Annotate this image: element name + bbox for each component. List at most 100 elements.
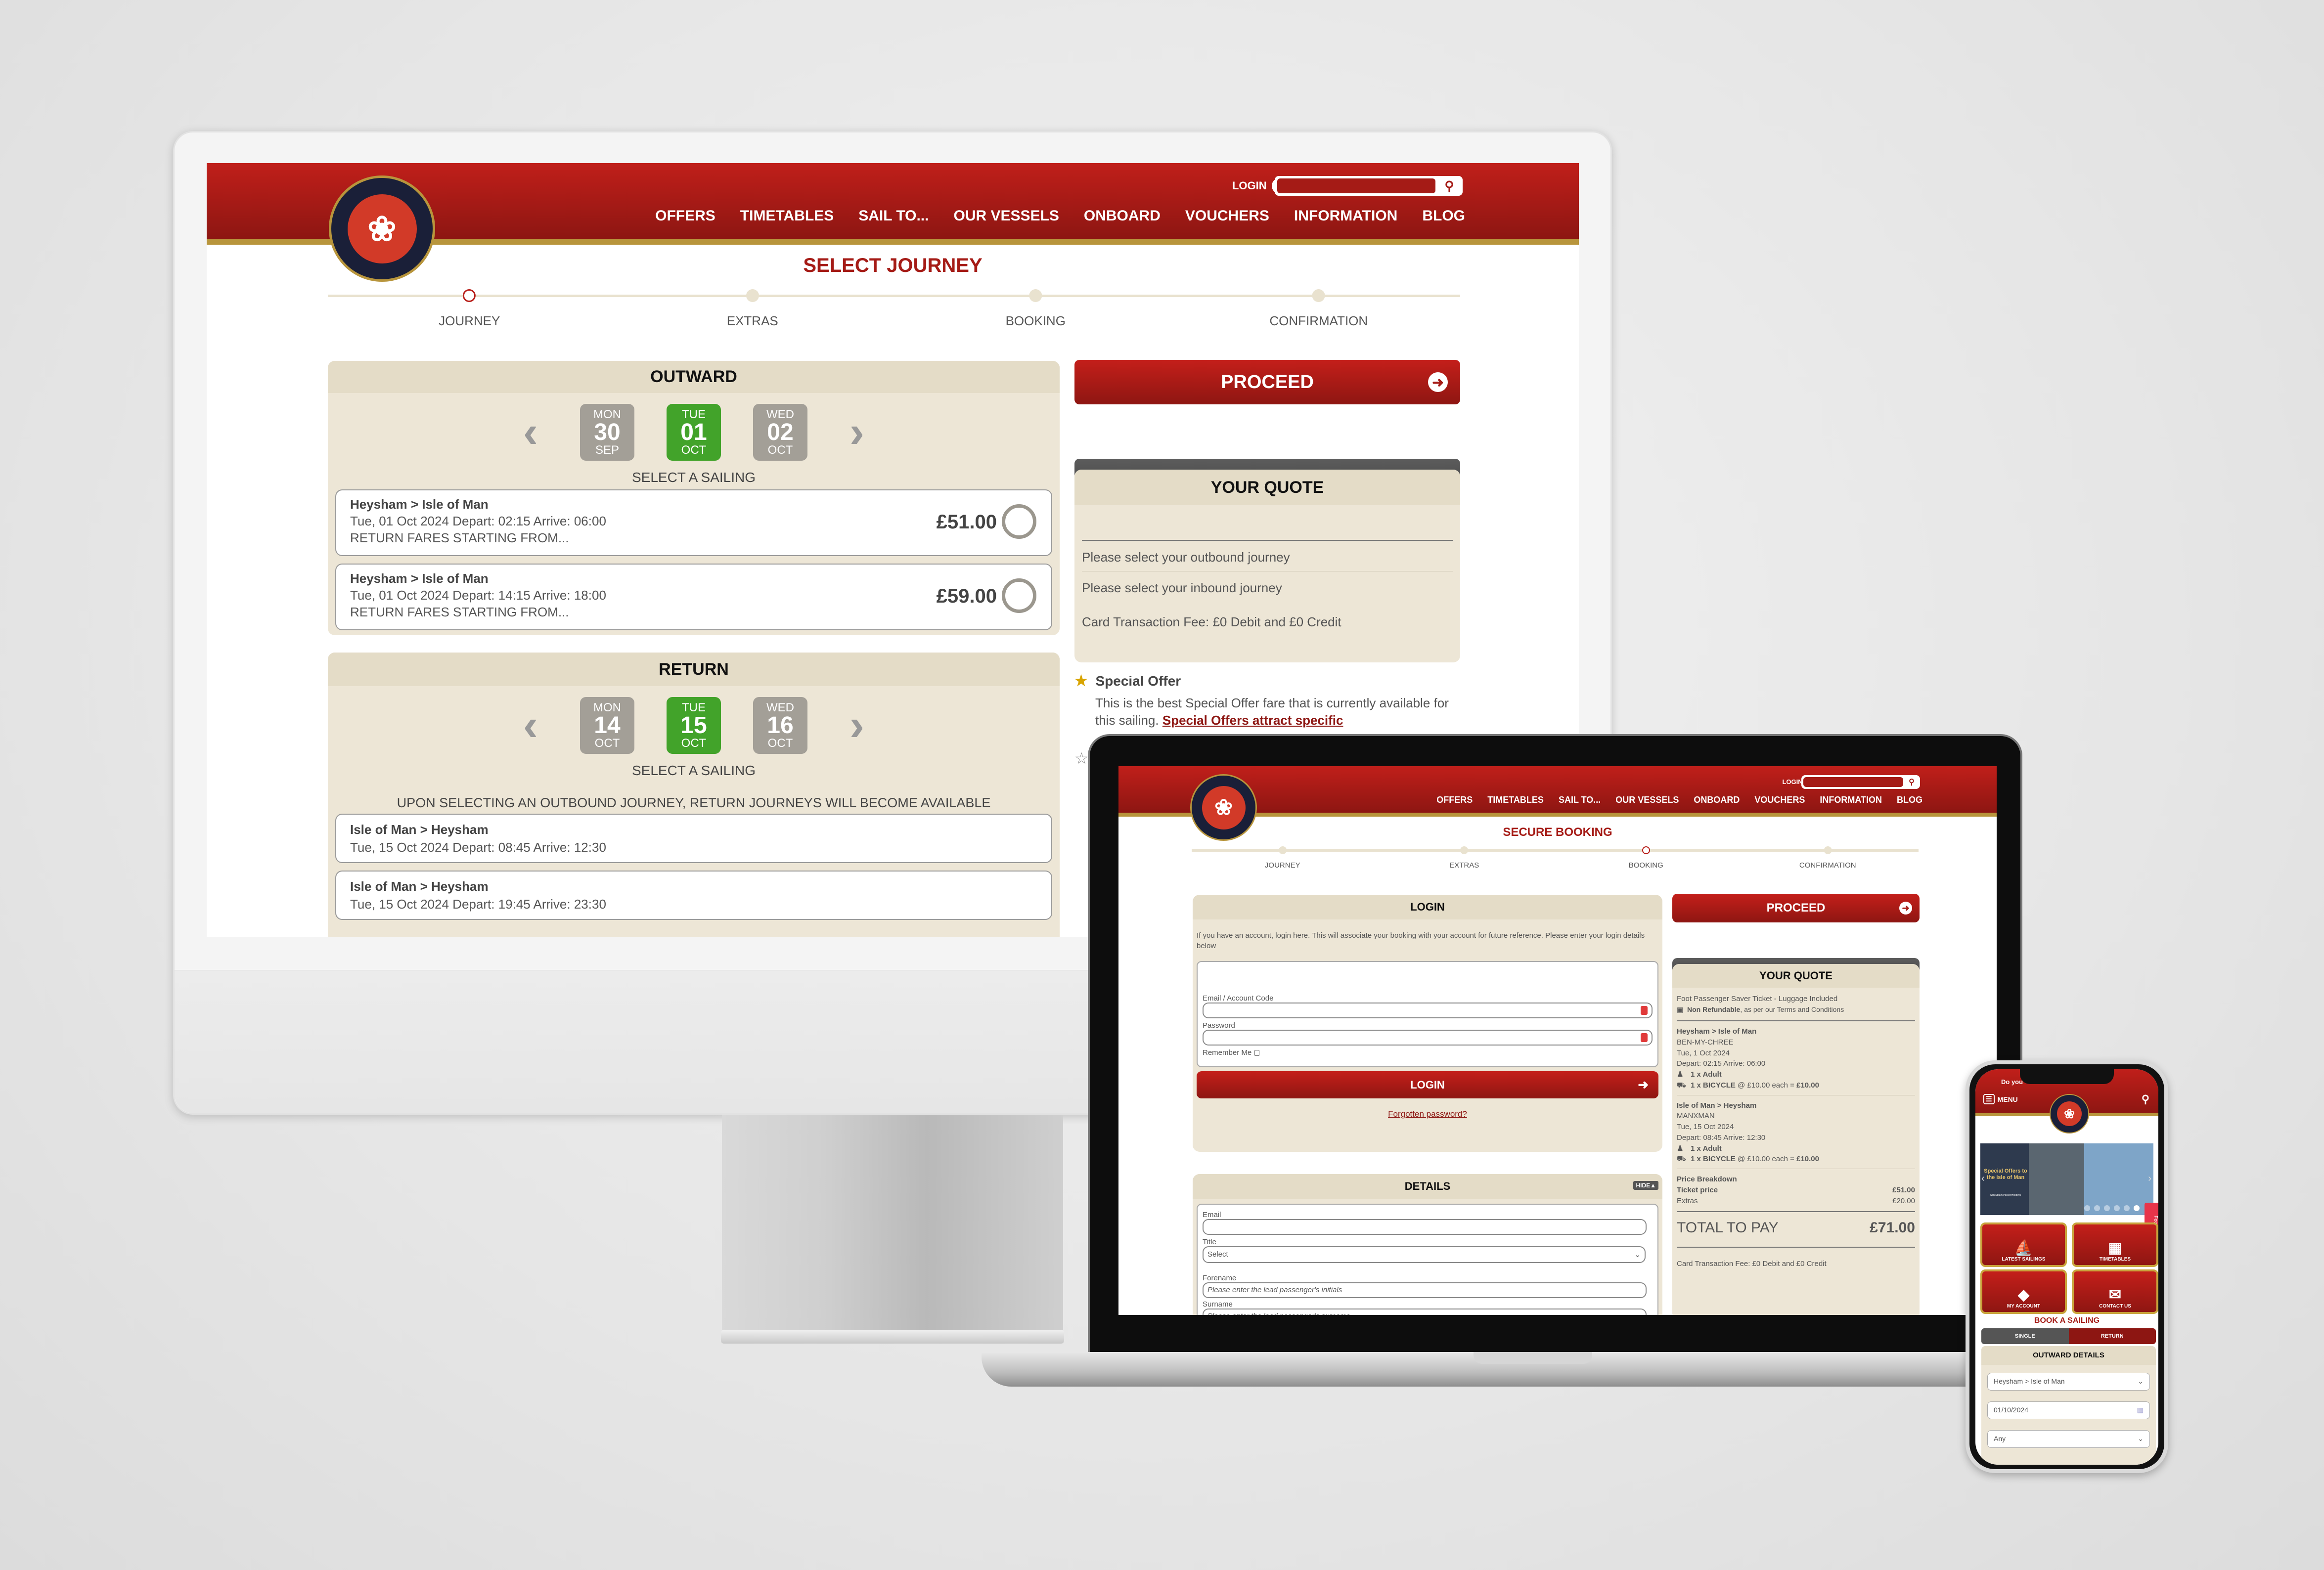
return-subtitle: SELECT A SAILING [631,763,756,778]
trip-single[interactable]: SINGLE [1981,1328,2069,1344]
carousel-dot[interactable] [2114,1205,2120,1211]
prev-date-icon[interactable]: ‹ [523,700,538,751]
laptop-nav-vouchers[interactable]: VOUCHERS [1754,795,1805,805]
return-sailing-option[interactable]: Isle of Man > Heysham Tue, 15 Oct 2024 De… [335,814,1052,863]
step-dot [1029,289,1042,302]
password-manager-icon[interactable] [1641,1006,1648,1015]
quote-inbound: Please select your inbound journey [1082,580,1282,595]
laptop-nav-sail-to[interactable]: SAIL TO... [1559,795,1601,805]
login-form: Email / Account Code Password Remember M… [1197,961,1658,1067]
sailing-note: RETURN FARES STARTING FROM... [350,530,569,545]
date-option[interactable]: MON 30 SEP [580,404,634,461]
person-icon: ♟ [1677,1070,1684,1079]
phone-company-logo[interactable]: ❀ [2050,1094,2089,1134]
sailing-details: Tue, 15 Oct 2024 Depart: 19:45 Arrive: 2… [350,897,606,912]
nav-timetables[interactable]: TIMETABLES [740,208,834,224]
step-dot [1824,846,1832,854]
step-journey: JOURNEY [1265,846,1300,870]
date-option[interactable]: WED 02 OCT [753,404,807,461]
date-option[interactable]: WED 16 OCT [753,697,807,754]
date-dow: WED [766,407,794,421]
password-manager-icon[interactable] [1641,1033,1648,1042]
nav-vouchers[interactable]: VOUCHERS [1185,208,1269,224]
nav-onboard[interactable]: ONBOARD [1084,208,1161,224]
special-offer-title: Special Offer [1095,673,1181,689]
search-input[interactable] [1277,178,1435,193]
sailing-route: Isle of Man > Heysham [350,822,489,837]
book-sailing-title: BOOK A SAILING [2034,1316,2100,1325]
details-email-input[interactable] [1203,1219,1647,1235]
date-month: SEP [595,443,620,457]
prev-date-icon[interactable]: ‹ [523,407,538,458]
arrow-right-icon: ➜ [1899,902,1912,915]
laptop-nav-blog[interactable]: BLOG [1897,795,1922,805]
triskelion-icon: ❀ [347,194,417,263]
details-title-select[interactable]: Select ⌄ [1203,1246,1646,1263]
password-label: Password [1203,1021,1235,1030]
phone-search-icon[interactable]: ⚲ [2142,1093,2149,1106]
date-option[interactable]: TUE 15 OCT [667,697,721,754]
date-dow: TUE [682,407,706,421]
laptop-nav-our-vessels[interactable]: OUR VESSELS [1615,795,1679,805]
special-offer-link[interactable]: Special Offers attract specific [1162,713,1343,728]
tile-latest-sailings[interactable]: ⛵ LATEST SAILINGS [1980,1222,2067,1267]
laptop-nav-offers[interactable]: OFFERS [1436,795,1473,805]
laptop-search-input[interactable] [1803,777,1903,787]
carousel-dot[interactable] [2124,1205,2130,1211]
laptop-search-icon[interactable]: ⚲ [1904,776,1919,788]
password-input[interactable] [1203,1030,1653,1046]
return-sailing-option[interactable]: Isle of Man > Heysham Tue, 15 Oct 2024 De… [335,871,1052,920]
sailing-radio[interactable] [1002,504,1036,539]
ticket-price-label: Ticket price [1677,1185,1718,1194]
forgot-password-link[interactable]: Forgotten password? [1388,1109,1467,1119]
promo-carousel[interactable]: Special Offers to the Isle of Man with S… [1980,1143,2153,1215]
page-title: SELECT JOURNEY [803,255,983,276]
laptop-nav-information[interactable]: INFORMATION [1820,795,1882,805]
next-date-icon[interactable]: › [849,407,864,458]
laptop-login-link[interactable]: LOGIN [1782,778,1802,785]
cart-icon: ⛟ [1677,1081,1686,1090]
date-dow: WED [766,700,794,714]
login-link[interactable]: LOGIN [1232,179,1267,192]
surname-input[interactable]: Please enter the lead passenger's surnam… [1203,1308,1647,1315]
nav-information[interactable]: INFORMATION [1294,208,1397,224]
tile-my-account[interactable]: ◆ MY ACCOUNT [1980,1269,2067,1314]
laptop-proceed-button[interactable]: PROCEED ➜ [1672,894,1920,922]
route-select[interactable]: Heysham > Isle of Man ⌄ [1987,1373,2150,1391]
nav-sail-to[interactable]: SAIL TO... [858,208,929,224]
tile-timetables[interactable]: ▦ TIMETABLES [2072,1222,2158,1267]
login-button[interactable]: LOGIN ➜ [1197,1071,1658,1098]
carousel-prev-icon[interactable]: ‹ [1981,1173,1985,1184]
trip-return[interactable]: RETURN [2068,1328,2156,1344]
tile-contact-us[interactable]: ✉ CONTACT US [2072,1269,2158,1314]
quote-fee: Card Transaction Fee: £0 Debit and £0 Cr… [1082,614,1341,629]
hide-details-button[interactable]: HIDE▲ [1633,1181,1658,1190]
phone-menu-button[interactable]: ☰ MENU [1983,1094,2018,1104]
next-date-icon[interactable]: › [849,700,864,751]
outward-sailing-option[interactable]: Heysham > Isle of Man Tue, 01 Oct 2024 De… [335,564,1052,630]
carousel-dot[interactable] [2094,1205,2100,1211]
carousel-next-icon[interactable]: › [2148,1173,2151,1184]
laptop-nav-onboard[interactable]: ONBOARD [1694,795,1740,805]
carousel-dot[interactable] [2104,1205,2110,1211]
time-select[interactable]: Any ⌄ [1987,1430,2150,1448]
laptop-nav-timetables[interactable]: TIMETABLES [1487,795,1544,805]
proceed-button[interactable]: PROCEED ➜ [1074,360,1460,404]
forename-input[interactable]: Please enter the lead passenger's initia… [1203,1282,1647,1298]
carousel-dot[interactable] [2134,1205,2140,1211]
email-account-input[interactable] [1203,1003,1653,1018]
nav-blog[interactable]: BLOG [1422,208,1465,224]
carousel-dot[interactable] [2084,1205,2090,1211]
date-option[interactable]: TUE 01 OCT [667,404,721,461]
sailing-details: Tue, 01 Oct 2024 Depart: 14:15 Arrive: 1… [350,587,606,603]
outward-sailing-option[interactable]: Heysham > Isle of Man Tue, 01 Oct 2024 De… [335,489,1052,556]
search-icon[interactable]: ⚲ [1437,177,1462,195]
calendar-icon[interactable]: ▦ [2137,1406,2144,1415]
nav-our-vessels[interactable]: OUR VESSELS [953,208,1059,224]
date-input[interactable]: 01/10/2024 ▦ [1987,1401,2150,1419]
date-option[interactable]: MON 14 OCT [580,697,634,754]
date-month: OCT [681,736,707,750]
remember-me-checkbox[interactable] [1254,1049,1260,1056]
nav-offers[interactable]: OFFERS [655,208,715,224]
sailing-radio[interactable] [1002,578,1036,613]
